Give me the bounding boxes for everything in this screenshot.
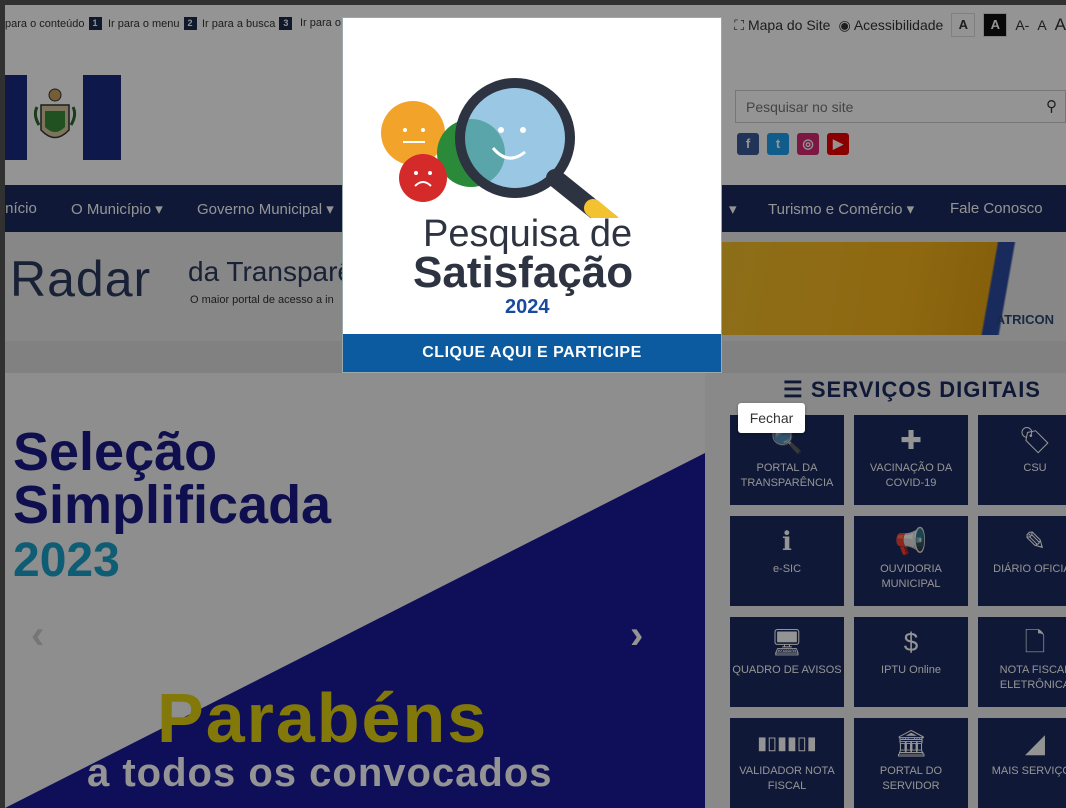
survey-title-line2: Satisfação	[413, 248, 634, 297]
survey-illustration	[381, 78, 619, 218]
survey-year: 2024	[505, 296, 550, 318]
survey-modal[interactable]: Pesquisa de Satisfação 2024 CLIQUE AQUI …	[342, 17, 722, 373]
participate-button[interactable]: CLIQUE AQUI E PARTICIPE	[343, 334, 721, 372]
close-tooltip[interactable]: Fechar	[738, 403, 805, 433]
